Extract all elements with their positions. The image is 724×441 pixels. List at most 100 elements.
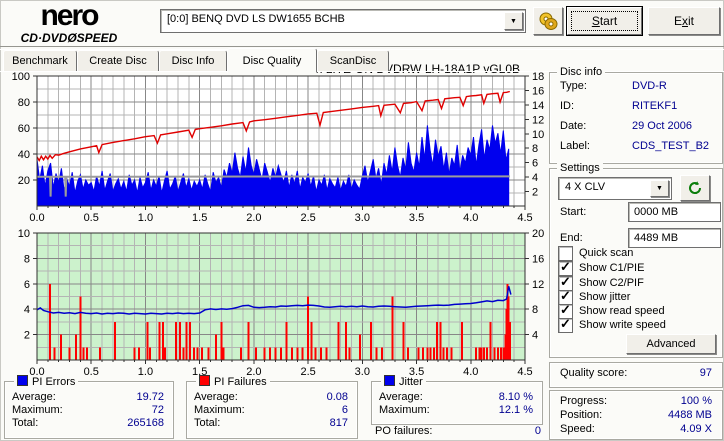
svg-text:16: 16 — [532, 253, 544, 265]
disc-type-value: DVD-R — [632, 80, 667, 92]
scan-end-label: End: — [560, 232, 583, 244]
speed-select-arrow-icon[interactable]: ▼ — [650, 180, 669, 197]
tab-disc-quality[interactable]: Disc Quality — [227, 48, 317, 73]
start-button[interactable]: Start — [567, 7, 642, 35]
logo-cdspeed: CD·DVDØSPEED — [20, 31, 118, 45]
svg-text:4: 4 — [24, 304, 30, 316]
pif-maximum-label: Maximum: — [194, 404, 245, 416]
pi-errors-legend-icon — [17, 375, 28, 386]
svg-text:40: 40 — [18, 149, 30, 161]
svg-text:60: 60 — [18, 123, 30, 135]
svg-text:2: 2 — [532, 187, 538, 199]
svg-text:12: 12 — [532, 114, 544, 126]
start-button-focus — [571, 11, 638, 31]
drive-select-arrow-icon[interactable]: ▼ — [504, 12, 523, 30]
svg-text:1.5: 1.5 — [192, 212, 207, 224]
tab-scandisc[interactable]: ScanDisc — [317, 50, 389, 72]
progress-value: 100 % — [680, 395, 712, 407]
svg-text:20: 20 — [18, 175, 30, 187]
svg-text:2.0: 2.0 — [246, 212, 261, 224]
tab-panel-edge — [0, 71, 724, 72]
svg-text:1.0: 1.0 — [138, 212, 153, 224]
jitter-pif-chart: 246810481216200.0 0.5 1.0 1.5 2.0 2.5 3.0 3.5 4.… — [18, 228, 545, 378]
pif-average-value: 0.08 — [326, 391, 348, 403]
pie-total-label: Total: — [12, 417, 39, 429]
scan-end-field[interactable]: 4489 MB — [628, 228, 721, 248]
svg-text:4.5: 4.5 — [517, 366, 532, 378]
tab-create-disc[interactable]: Create Disc — [77, 50, 159, 72]
svg-text:8: 8 — [532, 304, 538, 316]
eject-disc-icon — [539, 12, 558, 30]
svg-text:10: 10 — [18, 228, 30, 240]
svg-text:12: 12 — [532, 279, 544, 291]
disc-type-label: Type: — [560, 80, 587, 92]
pie-maximum-label: Maximum: — [12, 404, 63, 416]
svg-text:3.0: 3.0 — [355, 212, 370, 224]
disc-icon: Ø — [67, 31, 77, 45]
pif-total-value: 817 — [329, 417, 348, 429]
svg-text:8: 8 — [24, 253, 30, 265]
scan-start-label: Start: — [560, 206, 587, 218]
svg-text:0.0: 0.0 — [29, 212, 44, 224]
svg-text:3.0: 3.0 — [355, 366, 370, 378]
progress-label: Progress: — [560, 395, 608, 407]
svg-text:16: 16 — [532, 85, 544, 97]
jitter-maximum-label: Maximum: — [379, 404, 430, 416]
show-write-speed-checkbox-icon[interactable] — [558, 316, 573, 333]
po-failures-label: PO failures: — [375, 425, 433, 437]
advanced-button[interactable]: Advanced — [626, 334, 716, 354]
speed-select[interactable]: 4 X CLV ▼ — [558, 177, 672, 200]
svg-text:4.0: 4.0 — [463, 212, 478, 224]
svg-text:4.5: 4.5 — [517, 212, 532, 224]
disc-label-label: Label: — [560, 140, 590, 152]
disc-date-label: Date: — [560, 120, 587, 132]
svg-text:20: 20 — [532, 228, 544, 240]
svg-text:10: 10 — [532, 129, 544, 141]
exit-button[interactable]: Exit — [648, 7, 720, 35]
logo-nero: nero — [40, 0, 99, 32]
svg-text:6: 6 — [24, 279, 30, 291]
svg-text:4.0: 4.0 — [463, 366, 478, 378]
pi-errors-title: PI Errors — [14, 375, 79, 388]
position-label: Position: — [560, 409, 603, 421]
eject-button[interactable] — [533, 7, 563, 35]
pie-total-value: 265168 — [127, 417, 164, 429]
drive-select[interactable]: [0:0] BENQ DVD LS DW1655 BCHB ▼ — [160, 9, 526, 33]
refresh-button[interactable] — [680, 175, 710, 201]
checkbox-show-read-speed[interactable]: Show read speed — [558, 302, 665, 319]
jitter-legend-icon — [384, 375, 395, 386]
po-failures-value: 0 — [534, 425, 541, 437]
speed-label: Speed: — [560, 423, 595, 435]
tab-disc-info[interactable]: Disc Info — [159, 50, 227, 72]
svg-text:14: 14 — [532, 100, 544, 112]
svg-text:100: 100 — [12, 71, 30, 83]
disc-info-title: Disc info — [557, 66, 606, 78]
settings-title: Settings — [557, 162, 603, 174]
disc-label-value: CDS_TEST_B2 — [632, 140, 710, 152]
disc-id-label: ID: — [560, 100, 575, 112]
scan-start-field[interactable]: 0000 MB — [628, 202, 721, 222]
tab-benchmark[interactable]: Benchmark — [3, 50, 77, 72]
svg-text:18: 18 — [532, 71, 544, 83]
pif-average-label: Average: — [194, 391, 238, 403]
disc-id-value: RITEKF1 — [632, 100, 678, 112]
pi-failures-legend-icon — [199, 375, 210, 386]
app-logo: nero CD·DVDØSPEED — [4, 1, 134, 45]
jitter-maximum-value: 12.1 % — [498, 404, 533, 416]
svg-text:80: 80 — [18, 97, 30, 109]
pif-maximum-value: 6 — [341, 404, 348, 416]
jitter-title: Jitter — [381, 375, 426, 388]
speed-select-value: 4 X CLV — [565, 181, 606, 193]
refresh-icon — [689, 181, 702, 194]
pie-average-value: 19.72 — [136, 391, 164, 403]
jitter-average-label: Average: — [379, 391, 423, 403]
svg-text:2.5: 2.5 — [300, 366, 315, 378]
checkbox-show-c1-pie[interactable]: Show C1/PIE — [558, 259, 644, 276]
svg-text:2: 2 — [24, 330, 30, 342]
svg-text:3.5: 3.5 — [409, 212, 424, 224]
quality-score-label: Quality score: — [560, 367, 628, 379]
checkbox-show-write-speed[interactable]: Show write speed — [558, 316, 666, 333]
speed-value: 4.09 X — [680, 423, 712, 435]
quality-score-value: 97 — [699, 367, 712, 379]
disc-date-value: 29 Oct 2006 — [632, 120, 692, 132]
